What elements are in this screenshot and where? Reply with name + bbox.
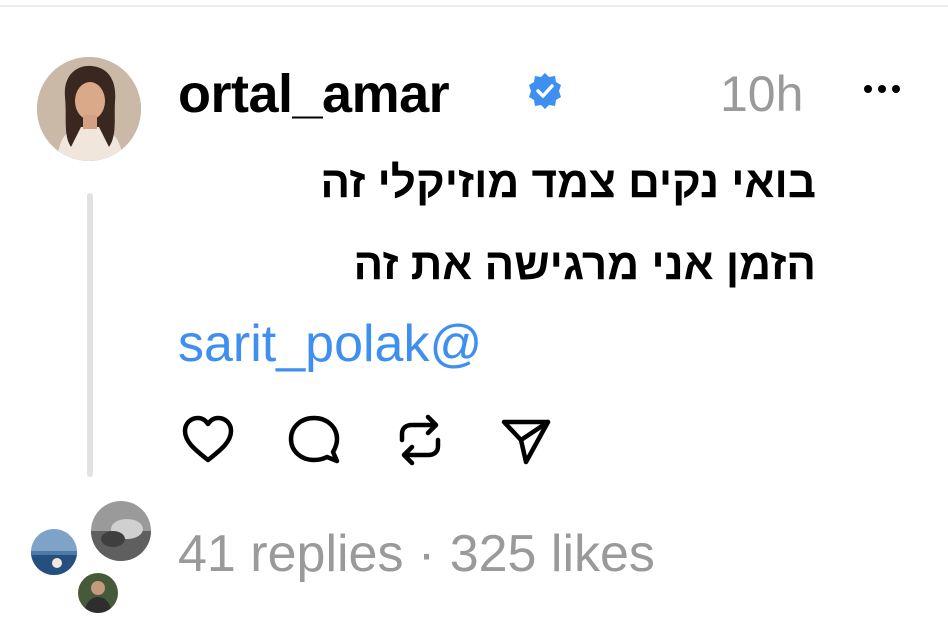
repost-button[interactable] <box>390 410 450 470</box>
replier-avatar <box>28 526 80 578</box>
replier-avatar <box>75 570 121 616</box>
replier-avatar-image <box>91 501 151 561</box>
post-caption-line-2: הזמן אני מרגישה את זה <box>353 240 816 289</box>
top-divider <box>0 5 948 7</box>
stats-separator: · <box>417 525 436 583</box>
share-icon <box>501 419 551 465</box>
comment-icon <box>288 415 340 464</box>
like-button[interactable] <box>178 410 238 470</box>
post-stats: 41 replies · 325 likes <box>178 524 655 584</box>
author-avatar-image <box>37 57 141 161</box>
replier-avatar-image <box>78 573 118 613</box>
more-options-icon <box>864 85 900 93</box>
share-button[interactable] <box>496 410 556 470</box>
comment-button[interactable] <box>284 410 344 470</box>
username[interactable]: ortal_amar <box>178 64 450 124</box>
mention-link[interactable]: sarit_polak@ <box>178 314 482 374</box>
author-avatar[interactable] <box>37 57 141 161</box>
thread-line <box>87 193 93 477</box>
likes-count[interactable]: 325 likes <box>450 525 655 583</box>
post-caption-line-1: בואי נקים צמד מוזיקלי זה <box>320 158 816 207</box>
verified-badge-icon <box>529 73 561 109</box>
more-options-button[interactable] <box>858 76 906 102</box>
post-timestamp: 10h <box>720 66 804 122</box>
repost-icon <box>399 414 441 466</box>
heart-icon <box>182 415 234 463</box>
replies-count[interactable]: 41 replies <box>178 525 403 583</box>
replier-avatar-image <box>31 529 77 575</box>
replier-avatar <box>88 498 154 564</box>
